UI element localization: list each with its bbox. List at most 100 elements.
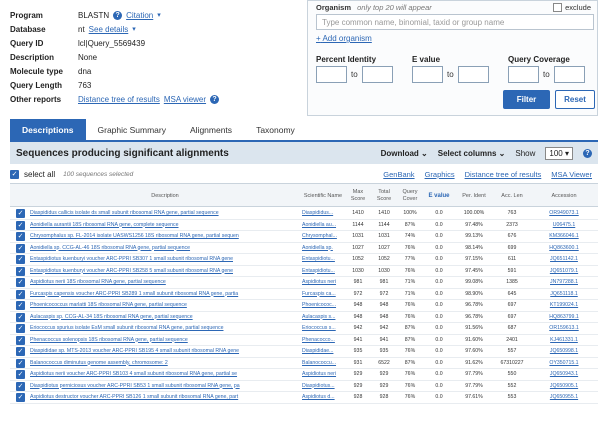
row-description[interactable]: Aspidiotus nerii 18S ribosomal RNA gene,… [30, 277, 300, 288]
chevron-down-icon[interactable]: ⌄ [499, 149, 506, 158]
row-description[interactable]: Aspidiotus nerii voucher ARC-PPRI SB103 … [30, 369, 300, 380]
row-checkbox[interactable]: ✓ [16, 278, 25, 287]
row-checkbox[interactable]: ✓ [16, 209, 25, 218]
row-checkbox[interactable]: ✓ [16, 381, 25, 391]
row-description[interactable]: Entaspidiotus kuenburyi voucher ARC-PPRI… [30, 266, 300, 277]
row-scientific-name[interactable]: Balanococcu... [302, 358, 344, 369]
row-accession[interactable]: JQ650998.1 [532, 346, 596, 357]
exclude-toggle[interactable]: exclude [553, 3, 591, 12]
row-scientific-name[interactable]: Entaspidiotu... [302, 254, 344, 265]
select-columns-label[interactable]: Select columns [438, 149, 497, 158]
row-scientific-name[interactable]: Aonidiella sp. [302, 243, 344, 254]
row-description[interactable]: Balanococcus diminutus genome assembly, … [30, 358, 300, 369]
row-accession[interactable]: U06475.1 [532, 220, 596, 231]
exclude-checkbox[interactable] [553, 3, 563, 12]
row-accession[interactable]: JQ651142.1 [532, 254, 596, 265]
reset-button[interactable]: Reset [555, 90, 595, 109]
download-label[interactable]: Download [381, 149, 419, 158]
row-description[interactable]: Aonidiella aurantii 18S ribosomal RNA ge… [30, 220, 300, 231]
row-description[interactable]: Entaspidiotus kuenburyi voucher ARC-PPRI… [30, 254, 300, 265]
chevron-down-icon[interactable]: ▾ [565, 149, 569, 158]
row-description[interactable]: Phenacoccus solenopsis 18S ribosomal RNA… [30, 335, 300, 346]
row-accession[interactable]: JQ650955.1 [532, 392, 596, 403]
col-description[interactable]: Description [30, 184, 300, 208]
citation-link[interactable]: Citation [126, 11, 153, 20]
genbank-link[interactable]: GenBank [383, 170, 414, 179]
graphics-link[interactable]: Graphics [425, 170, 455, 179]
row-checkbox[interactable]: ✓ [16, 347, 25, 356]
help-icon[interactable]: ? [113, 10, 123, 20]
row-checkbox[interactable]: ✓ [16, 220, 25, 230]
row-accession[interactable]: JQ651079.1 [532, 266, 596, 277]
col-per-ident[interactable]: Per. Ident [456, 184, 492, 208]
percent-identity-from-input[interactable] [316, 66, 347, 83]
tab-graphic-summary[interactable]: Graphic Summary [86, 119, 179, 141]
row-accession[interactable]: JQ650905.1 [532, 381, 596, 392]
organism-input[interactable]: Type common name, binomial, taxid or gro… [316, 14, 594, 30]
col-evalue[interactable]: E value [424, 184, 454, 208]
col-scientific-name[interactable]: Scientific Name [302, 184, 344, 208]
col-max-score[interactable]: Max Score [346, 184, 370, 208]
row-checkbox[interactable]: ✓ [16, 370, 25, 379]
distance-tree-link[interactable]: Distance tree of results [78, 95, 160, 104]
col-query-cover[interactable]: Query Cover [398, 184, 422, 208]
row-checkbox[interactable]: ✓ [16, 301, 25, 310]
row-description[interactable]: Eriococcus spurius isolate EsM small sub… [30, 323, 300, 334]
row-scientific-name[interactable]: Aspidiotus d... [302, 392, 344, 403]
select-all-checkbox[interactable]: ✓ [10, 169, 19, 179]
row-accession[interactable]: JQ651118.1 [532, 289, 596, 300]
row-checkbox[interactable]: ✓ [16, 335, 25, 345]
row-scientific-name[interactable]: Aulacaspis s... [302, 312, 344, 323]
row-accession[interactable]: KJ461331.1 [532, 335, 596, 346]
show-value[interactable]: 100 [549, 149, 562, 158]
chevron-down-icon[interactable]: ⌄ [421, 149, 428, 158]
row-scientific-name[interactable]: Phoenicococ... [302, 300, 344, 311]
msa-viewer-link[interactable]: MSA viewer [164, 95, 206, 104]
row-description[interactable]: Diaspidiotus perniciosus voucher ARC-PPR… [30, 381, 300, 392]
help-icon[interactable]: ? [210, 94, 220, 104]
row-checkbox[interactable]: ✓ [16, 255, 25, 264]
row-scientific-name[interactable]: Diaspididae... [302, 346, 344, 357]
row-description[interactable]: Diaspididus callicis isolate ds small su… [30, 208, 300, 219]
row-scientific-name[interactable]: Diaspididus... [302, 208, 344, 219]
row-accession[interactable]: HQ863600.1 [532, 243, 596, 254]
row-scientific-name[interactable]: Furcaspis ca... [302, 289, 344, 300]
msa-viewer-link[interactable]: MSA Viewer [551, 170, 592, 179]
row-accession[interactable]: JQ650943.1 [532, 369, 596, 380]
row-description[interactable]: Chrysomphalus sp. FL-2014 isolate UASWS1… [30, 231, 300, 242]
row-scientific-name[interactable]: Chrysomphal... [302, 231, 344, 242]
tab-descriptions[interactable]: Descriptions [10, 119, 86, 141]
row-description[interactable]: Aulacaspis sp. CCG-AL-34 18S ribosomal R… [30, 312, 300, 323]
row-accession[interactable]: JN797288.1 [532, 277, 596, 288]
row-checkbox[interactable]: ✓ [16, 266, 25, 276]
tab-taxonomy[interactable]: Taxonomy [244, 119, 307, 141]
row-checkbox[interactable]: ✓ [16, 358, 25, 368]
filter-button[interactable]: Filter [503, 90, 550, 109]
row-accession[interactable]: OY350715.1 [532, 358, 596, 369]
evalue-from-input[interactable] [412, 66, 443, 83]
row-description[interactable]: Phoenicococcus marlatti 18S ribosomal RN… [30, 300, 300, 311]
percent-identity-to-input[interactable] [362, 66, 393, 83]
row-checkbox[interactable]: ✓ [16, 312, 25, 322]
tab-alignments[interactable]: Alignments [178, 119, 244, 141]
row-description[interactable]: Diaspididae sp. MTS-2013 voucher ARC-PPR… [30, 346, 300, 357]
query-coverage-to-input[interactable] [554, 66, 585, 83]
row-accession[interactable]: KM366046.1 [532, 231, 596, 242]
row-description[interactable]: Aonidiella sp. CCG-AL-46 18S ribosomal R… [30, 243, 300, 254]
row-scientific-name[interactable]: Aspidiotus neri [302, 369, 344, 380]
row-description[interactable]: Aspidiotus destructor voucher ARC-PPRI S… [30, 392, 300, 403]
query-coverage-from-input[interactable] [508, 66, 539, 83]
row-scientific-name[interactable]: Entaspidiotu... [302, 266, 344, 277]
row-scientific-name[interactable]: Eriococcus s... [302, 323, 344, 334]
see-details-link[interactable]: See details [89, 25, 129, 34]
row-scientific-name[interactable]: Diaspidiotus... [302, 381, 344, 392]
row-accession[interactable]: OR949073.1 [532, 208, 596, 219]
row-accession[interactable]: OR159613.1 [532, 323, 596, 334]
row-accession[interactable]: HQ863799.1 [532, 312, 596, 323]
col-accession[interactable]: Accession [532, 184, 596, 208]
evalue-to-input[interactable] [458, 66, 489, 83]
row-scientific-name[interactable]: Aspidiotus neri [302, 277, 344, 288]
row-scientific-name[interactable]: Aonidiella au... [302, 220, 344, 231]
chevron-down-icon[interactable]: ▾ [157, 11, 161, 19]
row-checkbox[interactable]: ✓ [16, 393, 25, 402]
